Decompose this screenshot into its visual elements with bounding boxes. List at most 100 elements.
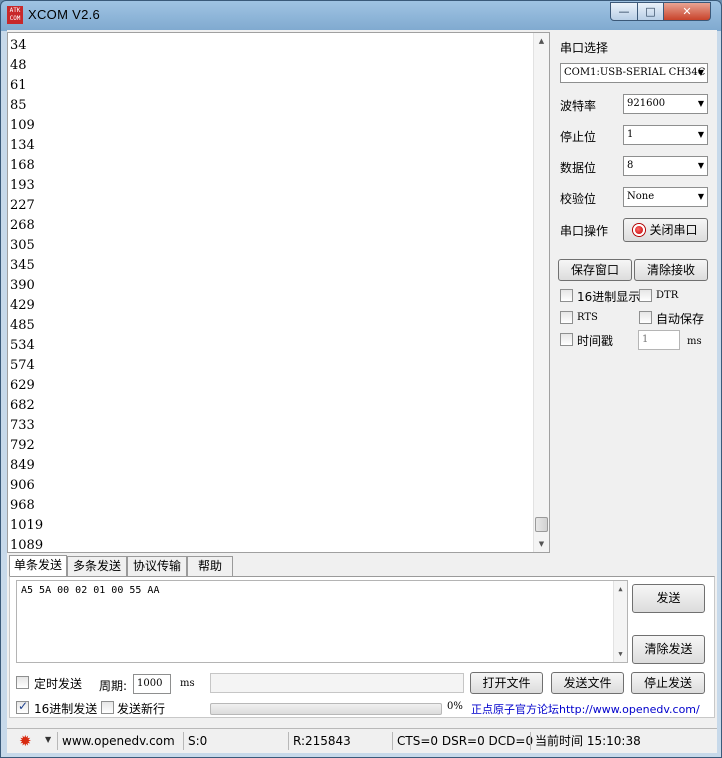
open-file-button[interactable]: 打开文件 [470,672,543,694]
receive-line: 574 [10,358,35,373]
timed-send-label: 定时发送 [34,677,83,691]
app-logo-icon: ATK COM [7,6,23,24]
receive-line: 61 [10,78,27,93]
send-newline-checkbox[interactable] [101,701,114,714]
period-value: 1000 [137,678,163,689]
minimize-button[interactable]: — [610,2,638,21]
hex-display-checkbox[interactable] [560,289,573,302]
port-status-icon [633,224,646,236]
chevron-down-icon: ▼ [697,161,704,170]
port-operation-label: 串口操作 [560,224,609,238]
rts-checkbox[interactable] [560,311,573,324]
send-text: A5 5A 00 02 01 00 55 AA [21,585,160,596]
parity-select[interactable]: None ▼ [623,187,708,207]
receive-line: 1019 [10,518,44,533]
tab-help[interactable]: 帮助 [187,556,233,576]
app-window: ATK COM XCOM V2.6 — □ ✕ 34 48 61 85 109 134 16… [0,0,722,758]
timestamp-checkbox[interactable] [560,333,573,346]
stop-send-button[interactable]: 停止发送 [631,672,705,694]
close-window-button[interactable]: ✕ [663,2,711,21]
receive-line: 305 [10,238,35,253]
status-time: 当前时间 15:10:38 [530,732,641,750]
dtr-label: DTR [656,290,679,301]
baud-value: 921600 [627,98,666,109]
status-send-count: S:0 [183,732,207,750]
chevron-down-icon: ▼ [697,192,704,201]
period-unit: ms [180,678,195,689]
timestamp-input[interactable]: 1 [638,330,680,350]
status-site[interactable]: www.openedv.com [57,732,175,750]
stop-bits-label: 停止位 [560,130,597,144]
status-line-signals: CTS=0 DSR=0 DCD=0 [392,732,533,750]
title-bar[interactable]: ATK COM XCOM V2.6 — □ ✕ [1,1,721,29]
send-button[interactable]: 发送 [632,584,705,613]
chevron-down-icon: ▼ [697,130,704,139]
receive-line: 733 [10,418,35,433]
scroll-up-icon[interactable]: ▲ [614,581,627,597]
file-path-field[interactable] [210,673,464,693]
receive-line: 968 [10,498,35,513]
receive-line: 34 [10,38,27,53]
hex-send-checkbox[interactable] [16,699,29,714]
close-port-label: 关闭串口 [649,223,698,237]
receive-line: 792 [10,438,35,453]
maximize-button[interactable]: □ [637,2,664,21]
window-title: XCOM V2.6 [28,7,101,22]
status-receive-count: R:215843 [288,732,351,750]
baud-select[interactable]: 921600 ▼ [623,94,708,114]
receive-textarea[interactable]: 34 48 61 85 109 134 168 193 227 268 305 345 390 429 48… [7,32,550,553]
receive-line: 85 [10,98,27,113]
dtr-checkbox[interactable] [639,289,652,302]
send-panel: A5 5A 00 02 01 00 55 AA ▲ ▼ 发送 清除发送 定时发送… [9,576,715,718]
receive-line: 682 [10,398,35,413]
hex-send-label: 16进制发送 [34,702,98,716]
tab-protocol[interactable]: 协议传输 [127,556,187,576]
data-bits-select[interactable]: 8 ▼ [623,156,708,176]
data-bits-value: 8 [627,160,634,171]
receive-line: 193 [10,178,35,193]
receive-line: 390 [10,278,35,293]
scroll-down-icon[interactable]: ▼ [614,646,627,662]
chevron-down-icon[interactable]: ▼ [45,735,51,744]
clear-send-button[interactable]: 清除发送 [632,635,705,664]
forum-link[interactable]: 正点原子官方论坛http://www.openedv.com/ [471,701,700,717]
auto-save-checkbox[interactable] [639,311,652,324]
receive-line: 134 [10,138,35,153]
receive-scrollbar[interactable]: ▲ ▼ [533,33,549,552]
scroll-thumb[interactable] [535,517,548,532]
send-progress-text: 0% [447,701,463,712]
receive-line: 485 [10,318,35,333]
receive-line: 168 [10,158,35,173]
send-progress-bar [210,703,442,715]
timed-send-checkbox[interactable] [16,676,29,689]
receive-line: 1089 [10,538,44,553]
port-select[interactable]: COM1:USB-SERIAL CH34C ▼ [560,63,708,83]
port-select-label: 串口选择 [560,41,609,55]
client-area: 34 48 61 85 109 134 168 193 227 268 305 345 390 429 48… [7,30,717,753]
rts-label: RTS [577,312,598,323]
save-window-button[interactable]: 保存窗口 [558,259,632,281]
period-input[interactable]: 1000 [133,674,171,694]
parity-label: 校验位 [560,192,597,206]
status-bar: ✹ ▼ www.openedv.com S:0 R:215843 CTS=0 D… [7,728,717,752]
scroll-down-icon[interactable]: ▼ [534,536,549,552]
receive-line: 48 [10,58,27,73]
tab-single-send[interactable]: 单条发送 [9,555,67,576]
receive-lines: 34 48 61 85 109 134 168 193 227 268 305 345 390 429 48… [10,36,44,553]
tab-multi-send[interactable]: 多条发送 [67,556,127,576]
hex-display-label: 16进制显示 [577,290,641,304]
send-scrollbar[interactable]: ▲ ▼ [613,581,627,662]
chevron-down-icon: ▼ [697,68,704,77]
clear-receive-button[interactable]: 清除接收 [634,259,708,281]
stop-bits-select[interactable]: 1 ▼ [623,125,708,145]
receive-line: 345 [10,258,35,273]
gear-icon[interactable]: ✹ [19,732,32,750]
send-textarea[interactable]: A5 5A 00 02 01 00 55 AA ▲ ▼ [16,580,628,663]
close-port-button[interactable]: 关闭串口 [623,218,708,242]
scroll-up-icon[interactable]: ▲ [534,33,549,49]
receive-line: 534 [10,338,35,353]
settings-panel: 串口选择 COM1:USB-SERIAL CH34C ▼ 波特率 921600 … [555,30,715,550]
parity-value: None [627,191,655,202]
send-file-button[interactable]: 发送文件 [551,672,624,694]
send-newline-label: 发送新行 [117,702,166,716]
